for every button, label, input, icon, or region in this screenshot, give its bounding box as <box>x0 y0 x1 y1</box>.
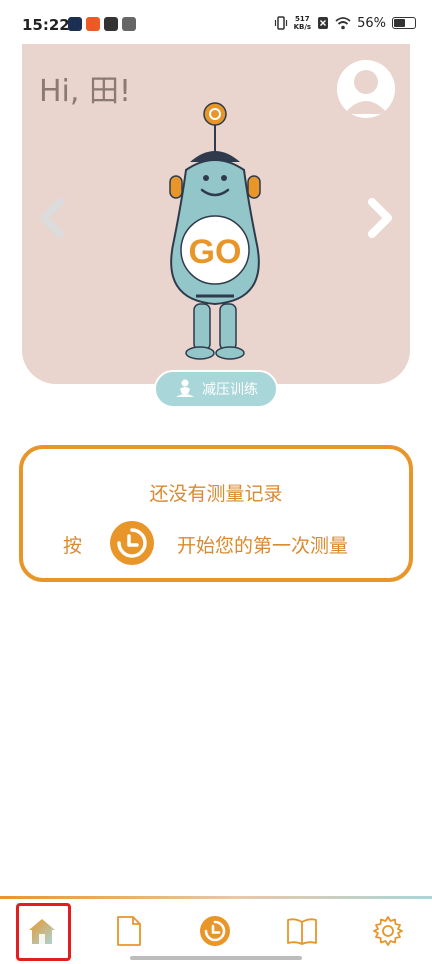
relax-training-button[interactable]: 减压训练 <box>154 370 278 408</box>
net-speed: 517 KB/s <box>293 15 312 31</box>
measure-icon <box>200 916 230 946</box>
chevron-left-icon[interactable] <box>34 196 68 240</box>
tab-home[interactable] <box>22 911 62 951</box>
vibrate-icon <box>274 16 287 30</box>
status-indicators: 517 KB/s 56% <box>274 15 416 31</box>
status-bar: 15:22 517 KB/s 56% <box>0 0 432 50</box>
empty-state-title: 还没有测量记录 <box>149 483 283 505</box>
bottom-nav <box>0 899 432 964</box>
tab-measure[interactable] <box>195 911 235 951</box>
battery-percent: 56% <box>357 15 386 31</box>
status-time: 15:22 <box>22 16 70 34</box>
measure-icon[interactable] <box>109 520 155 566</box>
app-notification-icon <box>86 17 100 31</box>
tab-learn[interactable] <box>282 911 322 951</box>
empty-state-start-text: 开始您的第一次测量 <box>177 535 349 557</box>
go-label: GO <box>189 233 242 271</box>
hero-card: Hi, 田! GO <box>22 44 410 384</box>
document-icon <box>117 916 141 946</box>
status-app-icons <box>68 17 136 31</box>
app-notification-icon <box>122 17 136 31</box>
relax-training-label: 减压训练 <box>202 382 258 398</box>
greeting: Hi, 田! <box>39 74 131 109</box>
gear-icon <box>373 916 403 946</box>
avatar[interactable] <box>337 60 395 118</box>
app-notification-icon <box>104 17 118 31</box>
empty-state-card: 还没有测量记录 按 开始您的第一次测量 <box>19 445 413 582</box>
home-icon <box>29 919 55 944</box>
app-notification-icon <box>68 17 82 31</box>
meditation-icon <box>176 379 194 397</box>
book-icon <box>287 918 317 945</box>
chevron-right-icon[interactable] <box>364 196 398 240</box>
empty-state-press-text: 按 <box>63 535 83 557</box>
robot-mascot[interactable]: GO <box>152 100 282 362</box>
tab-records[interactable] <box>109 911 149 951</box>
wifi-icon <box>335 17 351 30</box>
tab-settings[interactable] <box>368 911 408 951</box>
no-sim-icon <box>318 17 329 29</box>
battery-icon <box>392 17 416 29</box>
battery-level <box>394 19 405 27</box>
home-indicator-bar[interactable] <box>130 956 302 960</box>
user-icon <box>344 70 388 114</box>
